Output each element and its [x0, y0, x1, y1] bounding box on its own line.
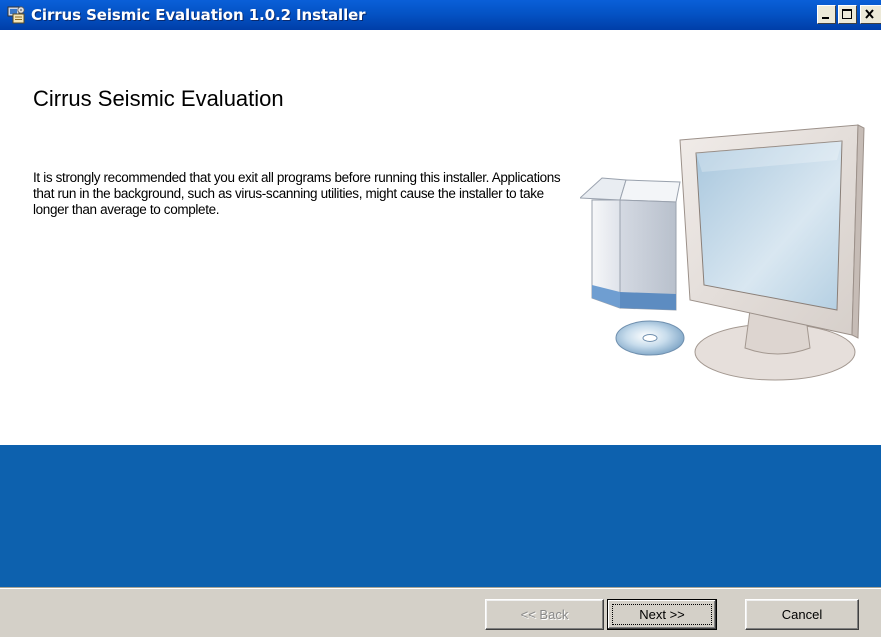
- maximize-icon[interactable]: [838, 5, 857, 24]
- back-button[interactable]: << Back: [485, 599, 604, 630]
- next-button[interactable]: Next >>: [607, 599, 717, 630]
- minimize-icon[interactable]: [817, 5, 836, 24]
- window-title: Cirrus Seismic Evaluation 1.0.2 Installe…: [31, 6, 366, 24]
- intro-text: It is strongly recommended that you exit…: [33, 170, 561, 217]
- banner-band: [0, 445, 881, 587]
- page-title: Cirrus Seismic Evaluation: [33, 86, 284, 111]
- computer-with-box-and-cd-icon: [578, 120, 881, 390]
- close-icon[interactable]: [860, 5, 881, 24]
- button-panel: << Back Next >> Cancel: [0, 589, 881, 637]
- installer-app-icon[interactable]: [7, 5, 26, 24]
- title-bar[interactable]: Cirrus Seismic Evaluation 1.0.2 Installe…: [0, 0, 881, 30]
- cancel-button[interactable]: Cancel: [745, 599, 859, 630]
